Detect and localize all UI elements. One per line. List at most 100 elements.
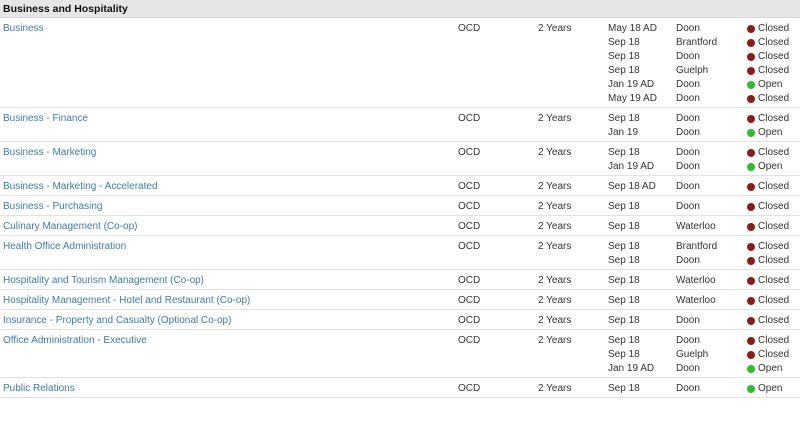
intake-date: May 19 AD: [608, 93, 657, 104]
campus-name: Doon: [676, 23, 700, 34]
status-badge: Closed: [747, 200, 789, 214]
offering-list: Sep 18 Brantford Closed Sep 18 Doon Closed: [608, 240, 800, 268]
status-label: Open: [758, 363, 783, 374]
credential: OCD: [458, 181, 481, 192]
duration: 2 Years: [538, 383, 572, 394]
table-row: Health Office Administration OCD 2 Years Se…: [0, 236, 800, 270]
closed-status-dot-icon: [747, 95, 755, 103]
program-link[interactable]: Business: [0, 22, 458, 36]
closed-status-dot-icon: [747, 183, 755, 191]
offering-list: Sep 18 Doon Closed: [608, 314, 800, 328]
program-link[interactable]: Business - Marketing: [0, 146, 458, 160]
offering-list: Sep 18 AD Doon Closed: [608, 180, 800, 194]
offering-item: Sep 18 Waterloo Closed: [608, 220, 800, 234]
status-badge: Closed: [747, 92, 789, 106]
offering-item: Sep 18 Doon Closed: [608, 314, 800, 328]
closed-status-dot-icon: [747, 317, 755, 325]
open-status-dot-icon: [747, 163, 755, 171]
intake-date: Jan 19 AD: [608, 79, 655, 90]
program-link[interactable]: Office Administration - Executive: [0, 334, 458, 348]
duration: 2 Years: [538, 113, 572, 124]
program-link[interactable]: Public Relations: [0, 382, 458, 396]
section-header: Business and Hospitality: [0, 0, 800, 18]
campus-name: Doon: [676, 363, 700, 374]
program-link[interactable]: Culinary Management (Co-op): [0, 220, 458, 234]
table-row: Insurance - Property and Casualty (Optio…: [0, 310, 800, 330]
status-badge: Closed: [747, 240, 789, 254]
offering-item: Sep 18 Doon Closed: [608, 254, 800, 268]
intake-date: Jan 19 AD: [608, 161, 655, 172]
closed-status-dot-icon: [747, 351, 755, 359]
closed-status-dot-icon: [747, 297, 755, 305]
status-badge: Open: [747, 78, 782, 92]
intake-date: Sep 18: [608, 241, 640, 252]
campus-name: Doon: [676, 127, 700, 138]
status-label: Closed: [758, 113, 790, 124]
closed-status-dot-icon: [747, 257, 755, 265]
program-link[interactable]: Hospitality and Tourism Management (Co-o…: [0, 274, 458, 288]
status-label: Open: [758, 127, 783, 138]
status-label: Closed: [758, 147, 790, 158]
table-row: Hospitality Management - Hotel and Resta…: [0, 290, 800, 310]
program-link[interactable]: Business - Marketing - Accelerated: [0, 180, 458, 194]
offering-item: Sep 18 Doon Closed: [608, 334, 800, 348]
status-label: Closed: [758, 221, 790, 232]
status-badge: Closed: [747, 220, 789, 234]
campus-name: Waterloo: [676, 221, 716, 232]
closed-status-dot-icon: [747, 203, 755, 211]
intake-date: Sep 18: [608, 51, 640, 62]
offering-item: Sep 18 Doon Closed: [608, 50, 800, 64]
program-link[interactable]: Business - Purchasing: [0, 200, 458, 214]
program-link[interactable]: Hospitality Management - Hotel and Resta…: [0, 294, 458, 308]
intake-date: Sep 18: [608, 275, 640, 286]
status-label: Open: [758, 79, 783, 90]
status-label: Closed: [758, 37, 790, 48]
intake-date: Sep 18: [608, 201, 640, 212]
intake-date: Sep 18: [608, 255, 640, 266]
status-badge: Closed: [747, 274, 789, 288]
closed-status-dot-icon: [747, 39, 755, 47]
open-status-dot-icon: [747, 129, 755, 137]
closed-status-dot-icon: [747, 67, 755, 75]
duration: 2 Years: [538, 275, 572, 286]
credential: OCD: [458, 241, 481, 252]
intake-date: Sep 18: [608, 37, 640, 48]
status-badge: Closed: [747, 334, 789, 348]
credential: OCD: [458, 315, 481, 326]
offering-item: Sep 18 Doon Closed: [608, 200, 800, 214]
campus-name: Doon: [676, 383, 700, 394]
status-label: Closed: [758, 349, 790, 360]
campus-name: Doon: [676, 79, 700, 90]
duration: 2 Years: [538, 181, 572, 192]
intake-date: Sep 18: [608, 315, 640, 326]
duration: 2 Years: [538, 147, 572, 158]
intake-date: Sep 18: [608, 65, 640, 76]
credential: OCD: [458, 221, 481, 232]
campus-name: Doon: [676, 315, 700, 326]
campus-name: Waterloo: [676, 275, 716, 286]
offering-item: Sep 18 Doon Closed: [608, 112, 800, 126]
section-title: Business and Hospitality: [3, 3, 128, 15]
status-label: Closed: [758, 65, 790, 76]
status-badge: Open: [747, 160, 782, 174]
status-label: Closed: [758, 201, 790, 212]
intake-date: Jan 19 AD: [608, 363, 655, 374]
status-badge: Closed: [747, 348, 789, 362]
campus-name: Doon: [676, 51, 700, 62]
intake-date: Sep 18 AD: [608, 181, 656, 192]
program-link[interactable]: Health Office Administration: [0, 240, 458, 254]
campus-name: Doon: [676, 93, 700, 104]
status-badge: Closed: [747, 64, 789, 78]
program-link[interactable]: Insurance - Property and Casualty (Optio…: [0, 314, 458, 328]
status-label: Closed: [758, 315, 790, 326]
offering-item: Jan 19 AD Doon Open: [608, 362, 800, 376]
status-badge: Open: [747, 362, 782, 376]
offering-item: Jan 19 Doon Open: [608, 126, 800, 140]
table-row: Business OCD 2 Years May 18 AD Doon Closed Sep…: [0, 18, 800, 108]
offering-item: May 18 AD Doon Closed: [608, 22, 800, 36]
status-label: Closed: [758, 23, 790, 34]
credential: OCD: [458, 383, 481, 394]
program-link[interactable]: Business - Finance: [0, 112, 458, 126]
status-label: Open: [758, 161, 783, 172]
open-status-dot-icon: [747, 385, 755, 393]
